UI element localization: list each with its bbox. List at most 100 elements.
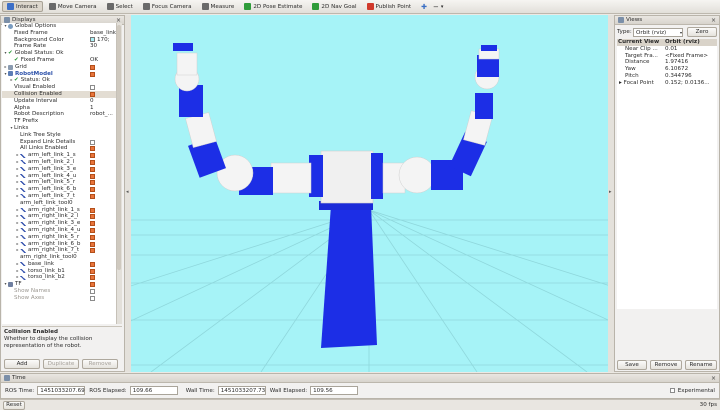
tree-row[interactable]: ▾ Global Options xyxy=(2,23,116,30)
view-property-row[interactable]: ▸ Focal Point 0.152; 0.0136... xyxy=(617,80,717,87)
tree-row[interactable]: Fixed Frame base_link xyxy=(2,30,116,37)
checkbox[interactable] xyxy=(90,248,95,254)
remove-display-button[interactable]: Remove xyxy=(82,359,118,369)
checkbox[interactable] xyxy=(90,295,95,301)
tool-move-camera[interactable]: Move Camera xyxy=(45,1,101,12)
tree-row[interactable]: ✔ Fixed Frame OK xyxy=(2,57,116,64)
tree-row-value[interactable] xyxy=(90,132,116,139)
checkbox[interactable] xyxy=(90,227,95,233)
tree-row[interactable]: ▾ Links xyxy=(2,125,116,132)
tree-row[interactable]: Robot Description robot_... xyxy=(2,111,116,118)
tree-row[interactable]: ▸ arm_left_link_4_u xyxy=(2,173,116,180)
tree-row[interactable]: Show Axes xyxy=(2,295,116,302)
view-property-row[interactable]: Yaw 6.10672 xyxy=(617,66,717,73)
wall-elapsed-field[interactable]: 109.56 xyxy=(310,386,359,395)
tree-row[interactable]: ▸ arm_right_link_4_u xyxy=(2,227,116,234)
tree-row[interactable]: ▸ arm_left_link_5_r xyxy=(2,179,116,186)
tree-row-value[interactable]: 30 xyxy=(90,43,116,50)
tree-row[interactable]: Expand Link Details xyxy=(2,139,116,146)
tree-row[interactable]: ▸ arm_right_link_5_r xyxy=(2,234,116,241)
checkbox[interactable] xyxy=(90,193,95,199)
checkbox[interactable] xyxy=(90,91,95,97)
checkbox[interactable] xyxy=(90,71,95,77)
tree-row[interactable]: Frame Rate 30 xyxy=(2,43,116,50)
tree-row[interactable]: ▸ base_link xyxy=(2,261,116,268)
tree-row-value[interactable] xyxy=(90,77,116,84)
tree-row-value[interactable]: 0 xyxy=(90,98,116,105)
checkbox[interactable] xyxy=(90,207,95,213)
save-view-button[interactable]: Save xyxy=(617,360,647,370)
tree-row-value[interactable] xyxy=(90,50,116,57)
tree-row[interactable]: ▸ arm_left_link_6_b xyxy=(2,186,116,193)
tree-row[interactable]: Update Interval 0 xyxy=(2,98,116,105)
checkbox[interactable] xyxy=(90,180,95,186)
tree-row[interactable]: ▸ Grid xyxy=(2,64,116,71)
tree-row-value[interactable]: 1 xyxy=(90,105,116,112)
checkbox[interactable] xyxy=(90,139,95,145)
reset-button[interactable]: Reset xyxy=(3,400,25,410)
tree-row[interactable]: ▸ torso_link_b1 xyxy=(2,268,116,275)
tree-row[interactable]: Link Tree Style xyxy=(2,132,116,139)
tree-row[interactable]: ▸ torso_link_b2 xyxy=(2,274,116,281)
checkbox[interactable] xyxy=(90,214,95,220)
tree-row-value[interactable] xyxy=(90,118,116,125)
tree-row[interactable]: ▾ TF xyxy=(2,281,116,288)
tree-row[interactable]: ▸ arm_right_link_7_t xyxy=(2,247,116,254)
view-property-row[interactable]: Distance 1.97416 xyxy=(617,59,717,66)
tree-row[interactable]: Show Names xyxy=(2,288,116,295)
checkbox[interactable] xyxy=(90,187,95,193)
tree-row[interactable]: ▸ arm_left_link_3_e xyxy=(2,166,116,173)
minus-icon[interactable]: − xyxy=(433,3,439,11)
view-property-row[interactable]: Near Clip ... 0.01 xyxy=(617,46,717,53)
checkbox[interactable] xyxy=(90,85,95,91)
tree-row[interactable]: ▸ arm_right_link_2_l xyxy=(2,213,116,220)
color-swatch[interactable] xyxy=(90,36,95,42)
tool-2d-pose-estimate[interactable]: 2D Pose Estimate xyxy=(240,1,306,12)
views-tree[interactable]: Current View Orbit (rviz) Near Clip ... 0… xyxy=(617,39,717,309)
zero-button[interactable]: Zero xyxy=(687,27,717,37)
tree-row[interactable]: ▸ arm_left_link_7_t xyxy=(2,193,116,200)
experimental-checkbox[interactable] xyxy=(669,388,675,393)
ros-elapsed-field[interactable]: 109.66 xyxy=(129,386,178,395)
displays-tree[interactable]: ▾ Global Options Fixed Frame base_link Backg… xyxy=(2,23,116,324)
tree-row[interactable]: ▸ arm_left_link_2_l xyxy=(2,159,116,166)
tree-row[interactable]: ▸ arm_right_link_6_b xyxy=(2,241,116,248)
close-icon[interactable]: × xyxy=(711,17,716,24)
checkbox[interactable] xyxy=(90,153,95,159)
tree-row[interactable]: arm_right_link_tool0 xyxy=(2,254,116,261)
tree-row[interactable]: ▸ arm_right_link_3_e xyxy=(2,220,116,227)
tree-row[interactable]: All Links Enabled xyxy=(2,145,116,152)
tree-row-value[interactable] xyxy=(90,23,116,30)
checkbox[interactable] xyxy=(90,282,95,288)
checkbox[interactable] xyxy=(90,166,95,172)
checkbox[interactable] xyxy=(90,173,95,179)
tree-row-value[interactable] xyxy=(90,200,116,207)
tree-row-value[interactable] xyxy=(90,125,116,132)
wall-time-field[interactable]: 1451033207.73 xyxy=(217,386,266,395)
crosshair-icon[interactable]: ✚ xyxy=(421,3,427,11)
tree-row[interactable]: TF Prefix xyxy=(2,118,116,125)
checkbox[interactable] xyxy=(90,146,95,152)
tool-focus-camera[interactable]: Focus Camera xyxy=(139,1,196,12)
close-icon[interactable]: × xyxy=(711,375,716,382)
checkbox[interactable] xyxy=(90,159,95,165)
tool-interact[interactable]: Interact xyxy=(2,1,43,12)
tool-2d-nav-goal[interactable]: 2D Nav Goal xyxy=(308,1,360,12)
checkbox[interactable] xyxy=(90,234,95,240)
tree-row[interactable]: Visual Enabled xyxy=(2,84,116,91)
checkbox[interactable] xyxy=(90,64,95,70)
tree-row-value[interactable] xyxy=(90,254,116,261)
tree-row[interactable]: ▾ RobotModel xyxy=(2,71,116,78)
checkbox[interactable] xyxy=(90,268,95,274)
view-type-select[interactable]: Orbit (rviz) ▾ xyxy=(633,27,683,37)
rename-view-button[interactable]: Rename xyxy=(685,360,717,370)
tree-row[interactable]: ▸ arm_left_link_1_s xyxy=(2,152,116,159)
tree-row-value[interactable]: robot_... xyxy=(90,111,116,118)
ros-time-field[interactable]: 1451033207.69 xyxy=(37,386,86,395)
3d-viewport[interactable] xyxy=(131,15,608,372)
add-button[interactable]: Add xyxy=(4,359,40,369)
displays-scrollbar-thumb[interactable] xyxy=(117,25,121,270)
tree-row[interactable]: ▾ ✔ Global Status: Ok xyxy=(2,50,116,57)
remove-view-button[interactable]: Remove xyxy=(650,360,682,370)
dropdown-icon[interactable]: ▾ xyxy=(441,4,444,10)
